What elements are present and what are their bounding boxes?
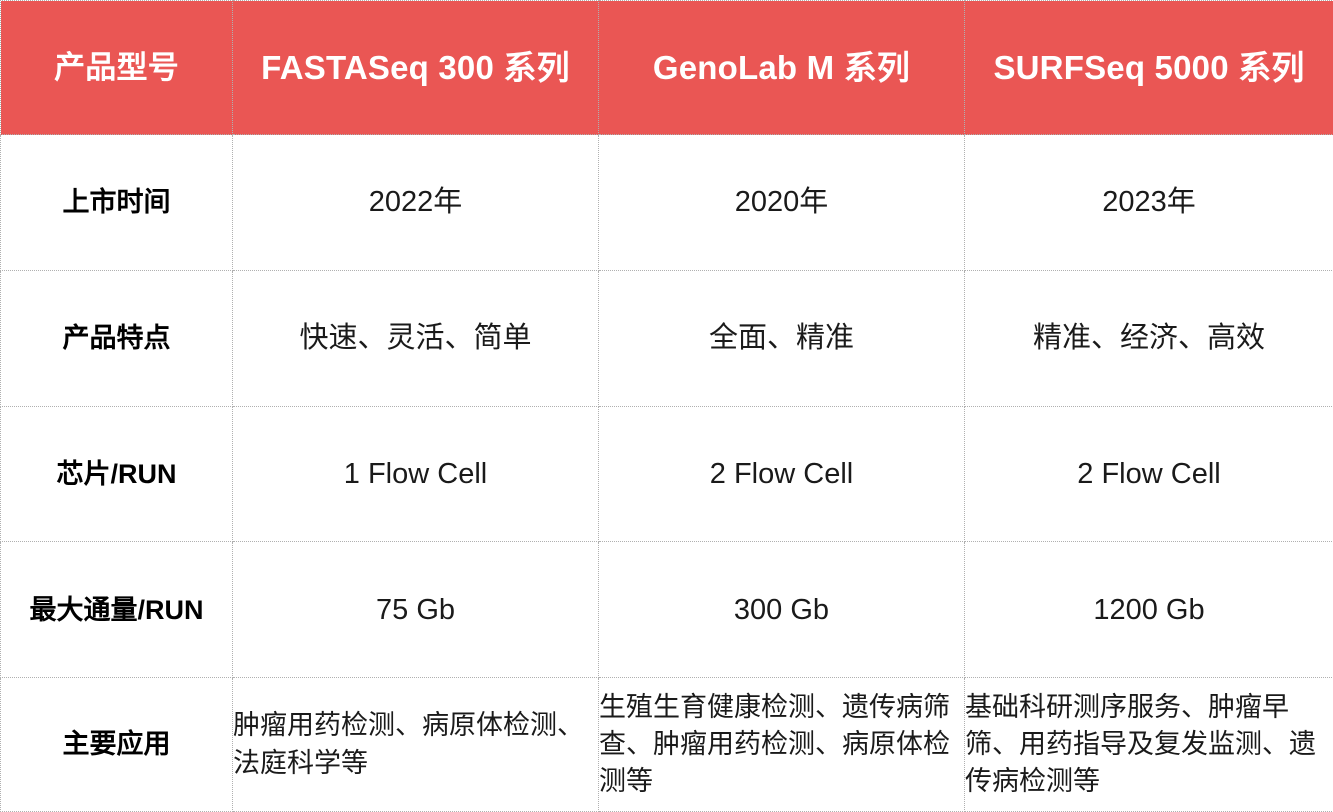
cell-throughput-fastaseq300: 75 Gb <box>232 541 599 679</box>
product-comparison-table: 产品型号 FASTASeq 300 系列 GenoLab M 系列 SURFSe… <box>0 0 1333 812</box>
header-row: 产品型号 FASTASeq 300 系列 GenoLab M 系列 SURFSe… <box>0 0 1333 135</box>
table-row-product-features: 产品特点 快速、灵活、简单 全面、精准 精准、经济、高效 <box>0 269 1333 407</box>
header-cell-genolab-m: GenoLab M 系列 <box>598 0 965 135</box>
cell-features-genolabm: 全面、精准 <box>598 269 965 407</box>
cell-applications-surfseq5000: 基础科研测序服务、肿瘤早筛、用药指导及复发监测、遗传病检测等 <box>964 677 1333 812</box>
row-label-max-throughput: 最大通量/RUN <box>0 541 233 679</box>
cell-launch-date-surfseq5000: 2023年 <box>964 134 1333 271</box>
cell-features-fastaseq300: 快速、灵活、简单 <box>232 269 599 407</box>
cell-throughput-surfseq5000: 1200 Gb <box>964 541 1333 679</box>
cell-launch-date-genolabm: 2020年 <box>598 134 965 271</box>
cell-chip-fastaseq300: 1 Flow Cell <box>232 405 599 543</box>
table-row-main-applications: 主要应用 肿瘤用药检测、病原体检测、法庭科学等 生殖生育健康检测、遗传病筛查、肿… <box>0 677 1333 812</box>
cell-chip-surfseq5000: 2 Flow Cell <box>964 405 1333 543</box>
header-cell-fastaseq-300: FASTASeq 300 系列 <box>232 0 599 135</box>
row-label-launch-date: 上市时间 <box>0 134 233 271</box>
table-row-chip-per-run: 芯片/RUN 1 Flow Cell 2 Flow Cell 2 Flow Ce… <box>0 405 1333 543</box>
cell-chip-genolabm: 2 Flow Cell <box>598 405 965 543</box>
cell-applications-genolabm: 生殖生育健康检测、遗传病筛查、肿瘤用药检测、病原体检测等 <box>598 677 965 812</box>
table-row-launch-date: 上市时间 2022年 2020年 2023年 <box>0 134 1333 271</box>
table-header: 产品型号 FASTASeq 300 系列 GenoLab M 系列 SURFSe… <box>0 0 1333 135</box>
table-body: 上市时间 2022年 2020年 2023年 产品特点 快速、灵活、简单 全面、… <box>0 134 1333 812</box>
row-label-main-applications: 主要应用 <box>0 677 233 812</box>
row-label-chip-per-run: 芯片/RUN <box>0 405 233 543</box>
cell-features-surfseq5000: 精准、经济、高效 <box>964 269 1333 407</box>
row-label-product-features: 产品特点 <box>0 269 233 407</box>
header-cell-product-model: 产品型号 <box>0 0 233 135</box>
cell-launch-date-fastaseq300: 2022年 <box>232 134 599 271</box>
header-cell-surfseq-5000: SURFSeq 5000 系列 <box>964 0 1333 135</box>
cell-throughput-genolabm: 300 Gb <box>598 541 965 679</box>
table-row-max-throughput-per-run: 最大通量/RUN 75 Gb 300 Gb 1200 Gb <box>0 541 1333 679</box>
cell-applications-fastaseq300: 肿瘤用药检测、病原体检测、法庭科学等 <box>232 677 599 812</box>
